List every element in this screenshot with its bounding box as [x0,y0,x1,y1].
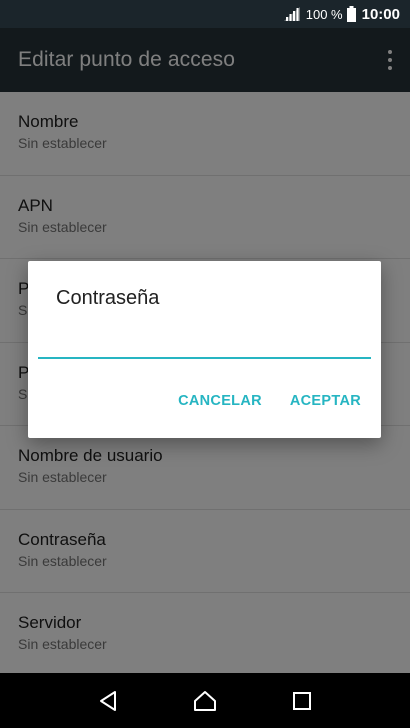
home-button[interactable] [190,686,220,716]
home-icon [193,690,216,711]
battery-icon [346,6,356,22]
navigation-bar [0,673,410,728]
password-input[interactable] [38,323,371,359]
cancel-button[interactable]: CANCELAR [178,393,262,409]
signal-icon [283,7,300,21]
dialog-title: Contraseña [56,287,160,309]
recents-icon [292,691,311,710]
password-dialog: Contraseña CANCELAR ACEPTAR [28,261,381,438]
back-icon [100,690,117,711]
dialog-scrim-toolbar [0,28,410,92]
back-button[interactable] [93,686,123,716]
clock: 10:00 [361,5,400,23]
battery-percent: 100 % [305,6,343,22]
status-bar: 100 % 10:00 [0,0,410,28]
recents-button[interactable] [287,686,317,716]
dialog-actions: CANCELAR ACEPTAR [178,393,361,409]
accept-button[interactable]: ACEPTAR [290,393,361,409]
